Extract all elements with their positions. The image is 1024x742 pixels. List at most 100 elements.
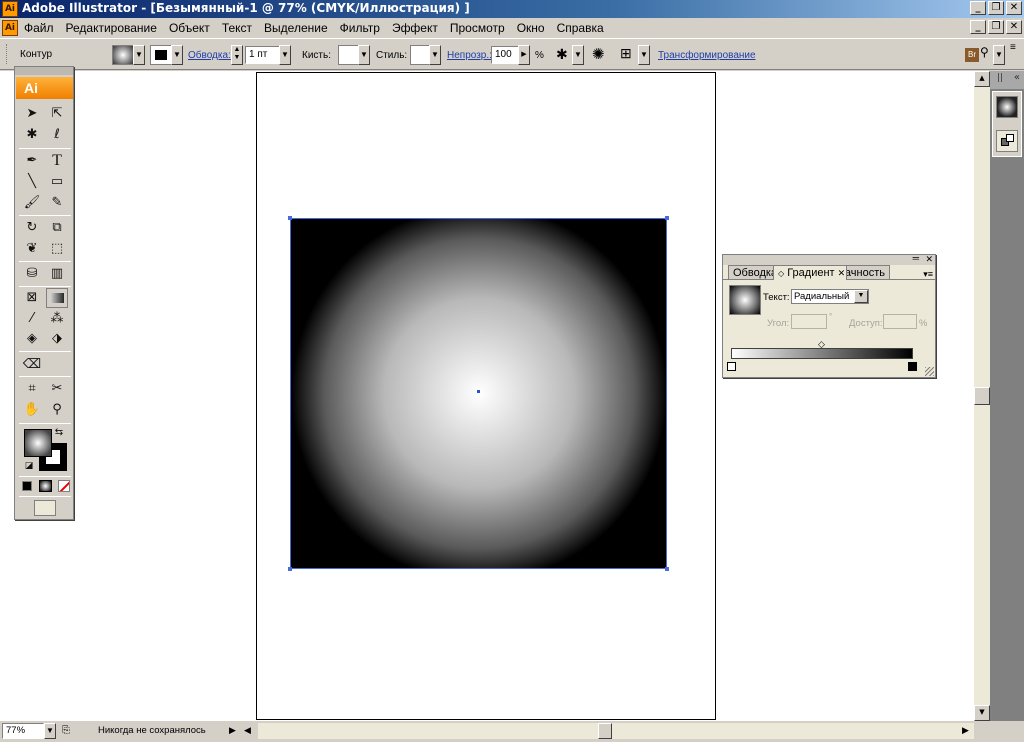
eyedropper-tool-icon[interactable]: ⁄ [21, 309, 43, 329]
menu-file[interactable]: Файл [24, 21, 54, 35]
warp-tool-icon[interactable]: ❦ [21, 239, 43, 259]
scroll-down-icon[interactable]: ▼ [974, 705, 990, 721]
menu-object[interactable]: Объект [169, 21, 210, 35]
none-mode-icon[interactable] [58, 480, 70, 492]
paintbrush-tool-icon[interactable]: 🖌 [21, 193, 43, 213]
transparency-panel-icon[interactable] [996, 130, 1018, 152]
live-paint-selection-tool-icon[interactable]: ⬗ [46, 329, 68, 349]
isolate-icon[interactable]: ✱ [556, 46, 568, 63]
doc-close-button[interactable]: ✕ [1006, 20, 1022, 34]
rectangle-tool-icon[interactable]: ▭ [46, 172, 68, 192]
symbol-sprayer-tool-icon[interactable]: ⛁ [21, 264, 43, 284]
align-icon[interactable]: ⊞ [620, 45, 632, 62]
menu-type[interactable]: Текст [222, 21, 252, 35]
swap-colors-icon[interactable]: ⇆ [53, 427, 65, 439]
fill-swatch[interactable] [112, 45, 134, 65]
doc-restore-button[interactable]: ❐ [988, 20, 1004, 34]
style-swatch[interactable] [410, 45, 430, 65]
tab-stroke[interactable]: Обводка [728, 265, 776, 280]
column-graph-tool-icon[interactable]: ▥ [46, 264, 68, 284]
scissors-tool-icon[interactable]: ✂ [46, 379, 68, 399]
type-tool-icon[interactable]: T [46, 151, 68, 171]
scroll-up-icon[interactable]: ▲ [974, 71, 990, 87]
pencil-tool-icon[interactable]: ✎ [46, 193, 68, 213]
close-button[interactable]: ✕ [1006, 1, 1022, 15]
selection-tool-icon[interactable]: ➤ [21, 104, 43, 124]
gradient-mode-icon[interactable] [39, 480, 52, 492]
magic-wand-tool-icon[interactable]: ✱ [21, 125, 43, 145]
menu-filter[interactable]: Фильтр [340, 21, 380, 35]
gradient-preview[interactable] [729, 285, 761, 315]
style-dropdown-icon[interactable]: ▼ [429, 45, 441, 65]
horizontal-scroll-thumb[interactable] [598, 723, 612, 739]
status-menu-arrow-icon[interactable]: ▶ [229, 725, 236, 736]
vertical-scroll-thumb[interactable] [974, 387, 990, 405]
panel-resize-grip[interactable] [925, 367, 934, 376]
opacity-field[interactable]: 100 [491, 46, 519, 64]
brush-swatch[interactable] [338, 45, 360, 65]
gradient-stop-white[interactable] [727, 362, 736, 371]
canvas-area[interactable] [0, 71, 974, 721]
default-colors-icon[interactable]: ◪ [23, 460, 35, 472]
hand-tool-icon[interactable]: ✋ [21, 400, 43, 420]
blend-tool-icon[interactable]: ⁂ [46, 309, 68, 329]
selection-handle-bottom-left[interactable] [288, 567, 292, 571]
tab-gradient[interactable]: ◇ Градиент ✕ [773, 265, 847, 280]
control-bar-grip[interactable] [6, 44, 9, 64]
fill-color-front[interactable] [24, 429, 52, 457]
zoom-field[interactable]: 77% [2, 723, 44, 739]
gradient-slider[interactable] [731, 348, 913, 359]
stroke-link[interactable]: Обводка: [188, 50, 231, 61]
stroke-swatch[interactable] [150, 45, 172, 65]
menu-effect[interactable]: Эффект [392, 21, 438, 35]
panel-close-icon[interactable]: ✕ [925, 255, 933, 264]
gradient-stop-black[interactable] [908, 362, 917, 371]
lasso-tool-icon[interactable]: ℓ [46, 125, 68, 145]
free-transform-tool-icon[interactable]: ⬚ [46, 239, 68, 259]
gradient-panel-icon[interactable] [996, 96, 1018, 118]
opacity-arrow-icon[interactable]: ▶ [518, 45, 530, 65]
scale-tool-icon[interactable]: ⧉ [46, 218, 68, 238]
pen-tool-icon[interactable]: ✒ [21, 151, 43, 171]
bridge-icon[interactable]: Br [965, 48, 979, 62]
menu-select[interactable]: Выделение [264, 21, 328, 35]
horizontal-scrollbar[interactable] [258, 723, 974, 739]
angle-field[interactable] [791, 314, 827, 329]
selection-handle-top-left[interactable] [288, 216, 292, 220]
document-icon[interactable]: Ai [2, 20, 18, 36]
gradient-midpoint-icon[interactable]: ◇ [818, 340, 825, 349]
panel-options-icon[interactable]: ▾≡ [923, 269, 933, 280]
panel-minimize-icon[interactable]: ═ [913, 254, 919, 263]
panel-menu-icon[interactable]: ≡ [1010, 42, 1016, 53]
menu-help[interactable]: Справка [557, 21, 604, 35]
slice-tool-icon[interactable]: ⌗ [21, 379, 43, 399]
tab-gradient-close-icon[interactable]: ✕ [838, 268, 846, 278]
recolor-icon[interactable]: ✺ [592, 45, 605, 63]
selection-handle-top-right[interactable] [665, 216, 669, 220]
menu-view[interactable]: Просмотр [450, 21, 505, 35]
menu-edit[interactable]: Редактирование [66, 21, 157, 35]
selection-handle-bottom-right[interactable] [665, 567, 669, 571]
gradient-panel-header[interactable]: ═ ✕ [723, 254, 935, 265]
zoom-dropdown-icon[interactable]: ▼ [44, 723, 56, 739]
fill-dropdown-icon[interactable]: ▼ [133, 45, 145, 65]
minimize-button[interactable]: _ [970, 1, 986, 15]
opacity-link[interactable]: Непрозр.: [447, 50, 492, 61]
isolate-dropdown-icon[interactable]: ▼ [572, 45, 584, 65]
tools-panel-grip[interactable] [15, 67, 73, 75]
rotate-tool-icon[interactable]: ↻ [21, 218, 43, 238]
eraser-tool-icon[interactable]: ⌫ [21, 355, 43, 375]
gradient-rectangle[interactable] [288, 216, 669, 571]
line-tool-icon[interactable]: ╲ [21, 172, 43, 192]
stroke-weight-field[interactable]: 1 пт [245, 46, 281, 64]
dock-header[interactable]: || « [990, 71, 1024, 89]
bridge-dropdown-icon[interactable]: ▼ [993, 45, 1005, 65]
transform-link[interactable]: Трансформирование [658, 50, 756, 61]
location-field[interactable] [883, 314, 917, 329]
restore-button[interactable]: ❐ [988, 1, 1004, 15]
app-icon[interactable]: Ai [2, 1, 18, 17]
zoom-tool-icon[interactable]: ⚲ [46, 400, 68, 420]
gradient-type-dropdown-icon[interactable]: ▼ [854, 290, 868, 303]
screen-mode-icon[interactable] [34, 500, 56, 516]
direct-selection-tool-icon[interactable]: ⇱ [46, 104, 68, 124]
